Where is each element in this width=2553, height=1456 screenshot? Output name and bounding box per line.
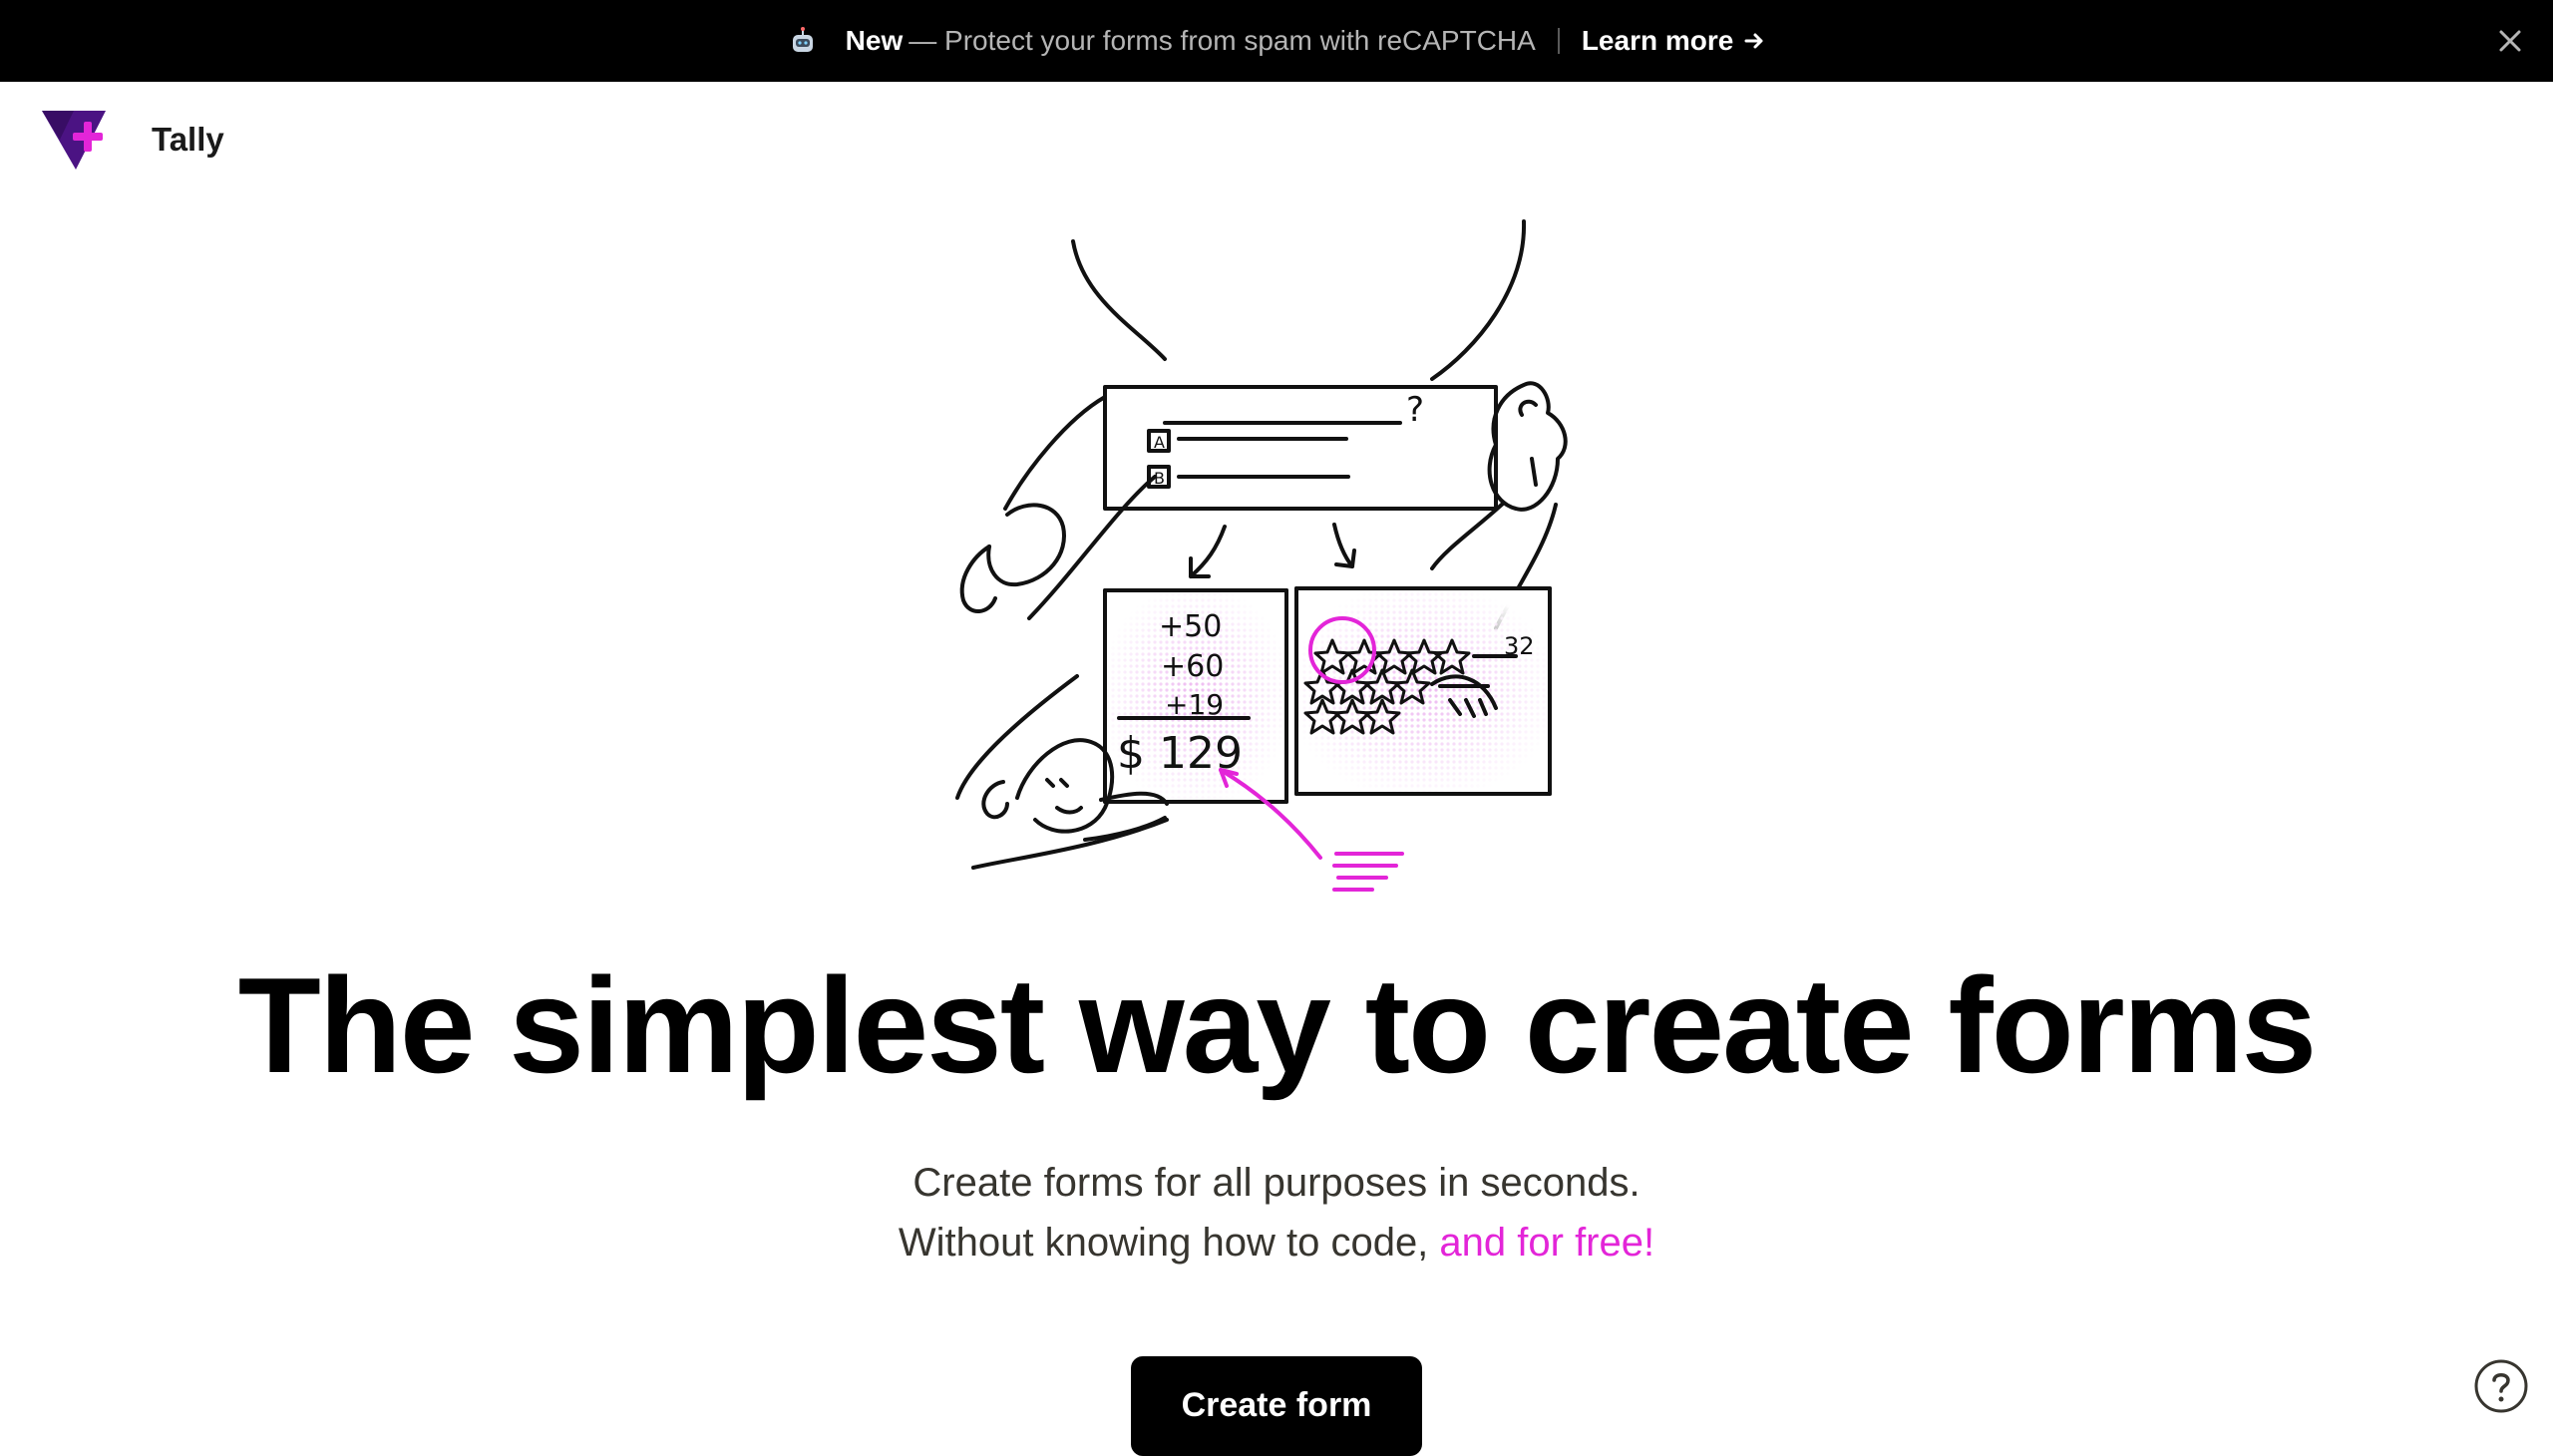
new-label: New — [845, 25, 904, 56]
arrow-right-icon — [1744, 33, 1763, 49]
question-mark: ? — [1406, 390, 1424, 430]
brand-name[interactable]: Tally — [152, 121, 224, 159]
announcement-bar: New — Protect your forms from spam with … — [0, 0, 2553, 82]
hero-subline-2-prefix: Without knowing how to code, — [898, 1221, 1440, 1265]
robot-icon — [792, 27, 813, 52]
announcement-divider — [1557, 28, 1560, 54]
site-header: Tally — [40, 108, 224, 172]
hero-subline-2: Without knowing how to code, and for fre… — [0, 1221, 2553, 1266]
learn-more-label: Learn more — [1581, 25, 1734, 56]
sum-line-1: +50 — [1159, 609, 1222, 644]
option-b-label: B — [1154, 469, 1165, 488]
tally-logo-icon[interactable] — [40, 108, 112, 172]
rating-count: 32 — [1504, 632, 1535, 660]
hero-illustration: ? A B +50 +60 +19 $ 129 32 — [955, 219, 1568, 892]
create-form-button[interactable]: Create form — [1131, 1356, 1422, 1456]
hero-subline-2-highlight: and for free! — [1439, 1221, 1655, 1265]
learn-more-link[interactable]: Learn more — [1582, 25, 1766, 57]
option-a-label: A — [1154, 433, 1165, 452]
close-icon[interactable] — [2491, 22, 2529, 60]
hero-subline-1: Create forms for all purposes in seconds… — [912, 1161, 1641, 1205]
announcement-text: — Protect your forms from spam with reCA… — [909, 25, 1536, 56]
help-icon[interactable] — [2473, 1358, 2529, 1414]
sum-line-2: +60 — [1161, 649, 1224, 684]
sum-line-3: +19 — [1165, 688, 1224, 721]
hero-headline: The simplest way to create forms — [237, 949, 2318, 1101]
